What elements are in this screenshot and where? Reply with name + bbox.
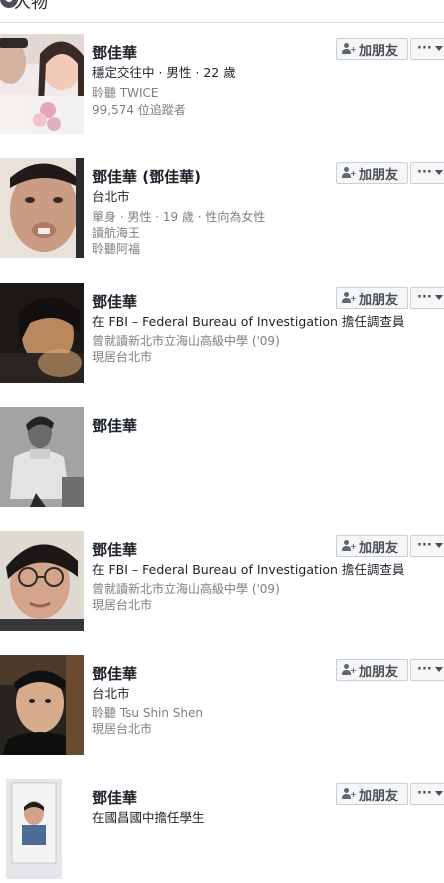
more-options-button[interactable]: ··· <box>410 659 444 681</box>
add-friend-icon: + <box>342 292 357 304</box>
add-friend-button[interactable]: + 加朋友 <box>336 535 408 557</box>
result-line: 聆聽 Tsu Shin Shen <box>92 706 204 720</box>
result-name[interactable]: 鄧佳華 <box>92 291 137 312</box>
chevron-down-icon <box>434 667 443 672</box>
profile-photo[interactable] <box>0 34 84 134</box>
profile-photo[interactable] <box>0 407 84 507</box>
chevron-down-icon <box>434 543 443 548</box>
chevron-down-icon <box>434 46 443 51</box>
more-options-button[interactable]: ··· <box>410 38 444 60</box>
add-friend-icon: + <box>342 167 357 179</box>
profile-photo[interactable] <box>0 283 84 383</box>
result-line: 台北市 <box>92 686 130 701</box>
chevron-down-icon <box>434 791 443 796</box>
section-title: 人物 <box>14 0 48 13</box>
result-name[interactable]: 鄧佳華 <box>92 415 137 436</box>
result-line: 現居台北市 <box>92 722 153 736</box>
result-line: 現居台北市 <box>92 350 153 364</box>
people-section-header: 人物 <box>0 0 444 23</box>
result-line: 台北市 <box>92 189 130 204</box>
search-result: 鄧佳華 穩定交往中 · 男性 · 22 歲 聆聽 TWICE 99,574 位追… <box>0 34 444 138</box>
result-line: 在 FBI – Federal Bureau of Investigation … <box>92 314 405 329</box>
result-line: 讀航海王 <box>92 226 141 240</box>
chevron-down-icon <box>434 170 443 175</box>
more-options-button[interactable]: ··· <box>410 535 444 557</box>
more-options-button[interactable]: ··· <box>410 287 444 309</box>
result-name[interactable]: 鄧佳華 (鄧佳華) <box>92 166 201 187</box>
add-friend-icon: + <box>342 43 357 55</box>
result-line: 現居台北市 <box>92 598 153 612</box>
result-name[interactable]: 鄧佳華 <box>92 663 137 684</box>
add-friend-icon: + <box>342 540 357 552</box>
result-name[interactable]: 鄧佳華 <box>92 539 137 560</box>
add-friend-button[interactable]: + 加朋友 <box>336 38 408 60</box>
add-friend-button[interactable]: + 加朋友 <box>336 287 408 309</box>
search-result: 鄧佳華 在 FBI – Federal Bureau of Investigat… <box>0 283 444 387</box>
search-result: 鄧佳華 在國昌國中擔任學生 + 加朋友 ··· <box>0 779 444 883</box>
result-name[interactable]: 鄧佳華 <box>92 42 137 63</box>
result-line: 曾就讀新北市立海山高級中學 ('09) <box>92 582 280 596</box>
result-line: 在 FBI – Federal Bureau of Investigation … <box>92 562 405 577</box>
search-result: 鄧佳華 在 FBI – Federal Bureau of Investigat… <box>0 531 444 635</box>
add-friend-icon: + <box>342 664 357 676</box>
profile-photo[interactable] <box>0 655 84 755</box>
result-line: 聆聽 TWICE <box>92 86 159 100</box>
result-line: 聆聽阿福 <box>92 242 141 256</box>
add-friend-button[interactable]: + 加朋友 <box>336 659 408 681</box>
add-friend-button[interactable]: + 加朋友 <box>336 162 408 184</box>
add-friend-icon: + <box>342 788 357 800</box>
profile-photo[interactable] <box>6 779 62 879</box>
more-options-button[interactable]: ··· <box>410 162 444 184</box>
profile-photo[interactable] <box>0 531 84 631</box>
profile-photo[interactable] <box>0 158 84 258</box>
add-friend-button[interactable]: + 加朋友 <box>336 783 408 805</box>
result-name[interactable]: 鄧佳華 <box>92 787 137 808</box>
search-result: 鄧佳華 台北市 聆聽 Tsu Shin Shen 現居台北市 + 加朋友 ··· <box>0 655 444 759</box>
search-result: 鄧佳華 <box>0 407 444 511</box>
chevron-down-icon <box>434 295 443 300</box>
result-line: 99,574 位追蹤者 <box>92 103 186 117</box>
more-options-button[interactable]: ··· <box>410 783 444 805</box>
search-result: 鄧佳華 (鄧佳華) 台北市 單身 · 男性 · 19 歲 · 性向為女性 讀航海… <box>0 158 444 262</box>
result-line: 曾就讀新北市立海山高級中學 ('09) <box>92 334 280 348</box>
result-line: 穩定交往中 · 男性 · 22 歲 <box>92 65 236 80</box>
result-line: 單身 · 男性 · 19 歲 · 性向為女性 <box>92 210 266 224</box>
